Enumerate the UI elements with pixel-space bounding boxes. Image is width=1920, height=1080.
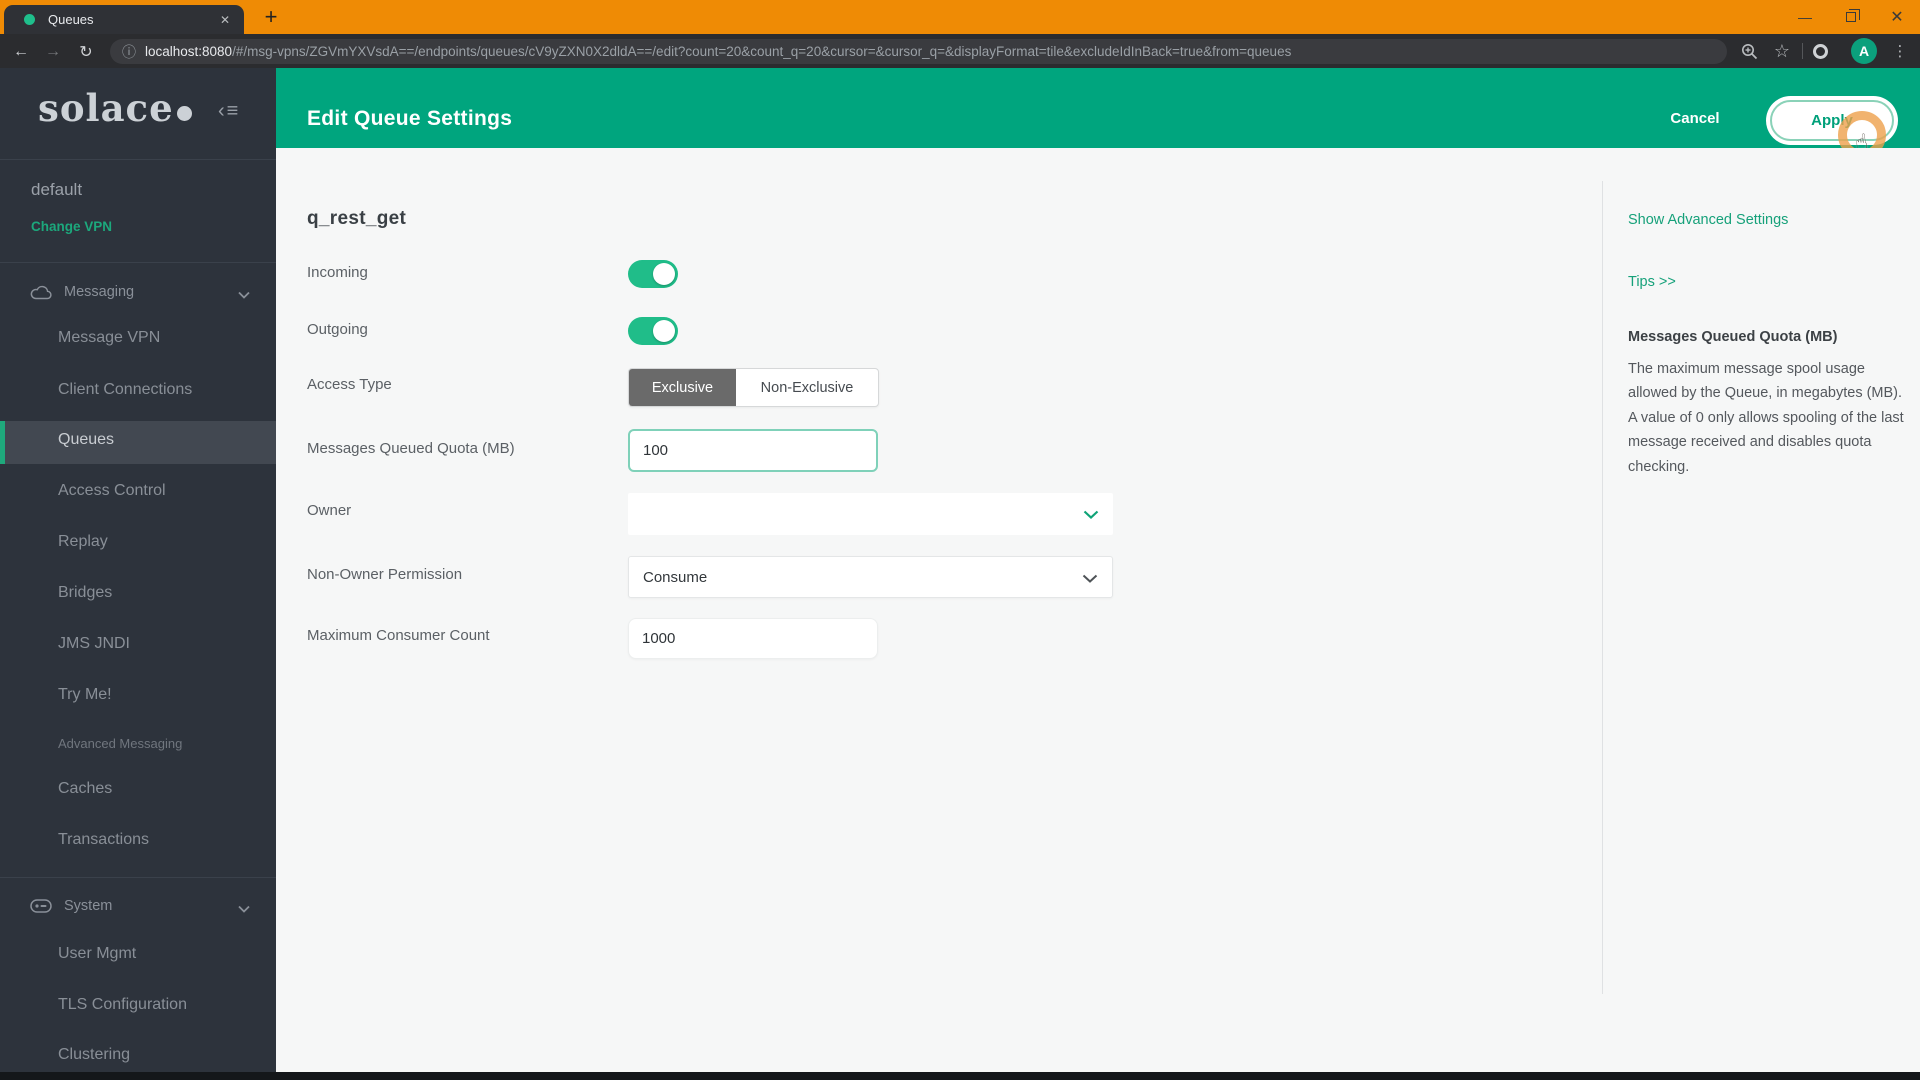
sidebar-divider — [0, 262, 276, 263]
quota-input[interactable] — [628, 429, 878, 472]
sidebar-item-queues-selected[interactable]: Queues — [0, 421, 276, 464]
sidebar-section-messaging[interactable]: Messaging — [30, 284, 134, 300]
sidebar-divider — [0, 877, 276, 878]
tips-heading: Messages Queued Quota (MB) — [1628, 329, 1838, 345]
sidebar-item-bridges[interactable]: Bridges — [58, 584, 112, 602]
max-consumer-count-input[interactable] — [628, 618, 878, 659]
outgoing-label: Outgoing — [307, 321, 368, 338]
quota-label: Messages Queued Quota (MB) — [307, 440, 515, 457]
tips-link[interactable]: Tips >> — [1628, 274, 1676, 290]
profile-avatar[interactable]: A — [1851, 38, 1877, 64]
zoom-icon[interactable] — [1735, 37, 1763, 65]
non-owner-permission-select[interactable]: Consume — [628, 556, 1113, 598]
non-owner-permission-label: Non-Owner Permission — [307, 566, 463, 583]
logo-dot — [176, 106, 192, 121]
new-tab-button[interactable]: + — [256, 2, 286, 32]
browser-titlebar — [0, 0, 1920, 34]
page-info-icon[interactable]: ⓘ — [122, 42, 136, 62]
sidebar-item-replay[interactable]: Replay — [58, 533, 108, 551]
reload-icon[interactable]: ↻ — [73, 39, 99, 64]
page-title: Edit Queue Settings — [307, 107, 513, 130]
chevron-down-icon — [1082, 574, 1098, 583]
queue-name-title: q_rest_get — [307, 208, 407, 229]
sidebar-item-jms-jndi[interactable]: JMS JNDI — [58, 635, 130, 653]
sidebar-item-transactions[interactable]: Transactions — [58, 831, 149, 849]
chevron-down-icon[interactable] — [238, 286, 250, 304]
url-host: localhost:8080 — [145, 44, 233, 59]
chevron-down-icon — [1083, 510, 1099, 519]
sidebar-item-access-control[interactable]: Access Control — [58, 482, 166, 500]
outgoing-toggle[interactable] — [628, 317, 678, 345]
extension-icon[interactable] — [1806, 37, 1834, 65]
show-advanced-settings-link[interactable]: Show Advanced Settings — [1628, 212, 1788, 228]
bottom-edge-strip — [0, 1072, 1920, 1080]
owner-label: Owner — [307, 502, 352, 519]
toggle-knob — [653, 320, 675, 342]
tab-title: Queues — [48, 12, 94, 27]
access-type-option-non-exclusive[interactable]: Non-Exclusive — [736, 369, 878, 406]
solace-logo: solace — [38, 86, 192, 130]
max-consumer-count-label: Maximum Consumer Count — [307, 627, 490, 644]
access-type-option-exclusive[interactable]: Exclusive — [629, 369, 736, 406]
sidebar-section-system[interactable]: System — [30, 898, 112, 914]
tips-panel-divider — [1602, 181, 1603, 994]
back-icon[interactable]: ← — [8, 39, 34, 64]
sidebar-item-clustering[interactable]: Clustering — [58, 1046, 130, 1064]
sidebar-item-message-vpn[interactable]: Message VPN — [58, 329, 160, 347]
change-vpn-link[interactable]: Change VPN — [31, 219, 112, 234]
incoming-label: Incoming — [307, 264, 368, 281]
incoming-toggle[interactable] — [628, 260, 678, 288]
sidebar-item-user-mgmt[interactable]: User Mgmt — [58, 945, 136, 963]
toolbar-divider — [1802, 43, 1803, 59]
extension-glyph — [1812, 43, 1828, 59]
system-icon — [30, 899, 52, 913]
window-restore-button[interactable] — [1831, 0, 1871, 34]
sidebar-item-caches[interactable]: Caches — [58, 780, 112, 798]
sidebar-subheading-advanced-messaging: Advanced Messaging — [58, 736, 183, 751]
sidebar-item-tls-configuration[interactable]: TLS Configuration — [58, 996, 187, 1014]
url-path: /#/msg-vpns/ZGVmYXVsdA==/endpoints/queue… — [232, 44, 1292, 59]
forward-icon[interactable]: → — [40, 39, 66, 64]
browser-menu-icon[interactable]: ⋮ — [1886, 37, 1914, 65]
cancel-button[interactable]: Cancel — [1662, 110, 1728, 127]
page-header — [276, 68, 1920, 148]
bookmark-star-icon[interactable]: ☆ — [1768, 37, 1796, 65]
vpn-name: default — [31, 180, 83, 199]
chevron-down-icon[interactable] — [238, 900, 250, 918]
window-minimize-button[interactable]: — — [1785, 0, 1825, 34]
restore-icon — [1846, 9, 1860, 22]
tab-favicon — [24, 14, 35, 25]
cloud-icon — [30, 285, 52, 299]
access-type-segmented-control: Exclusive Non-Exclusive — [628, 368, 879, 407]
owner-dropdown[interactable] — [628, 493, 1113, 535]
sidebar-collapse-icon[interactable]: ‹ ≡ — [218, 100, 238, 123]
sidebar-item-client-connections[interactable]: Client Connections — [58, 381, 192, 399]
window-close-button[interactable]: ✕ — [1877, 0, 1917, 34]
access-type-label: Access Type — [307, 376, 392, 393]
toggle-knob — [653, 263, 675, 285]
tab-close-icon[interactable]: ✕ — [220, 13, 230, 27]
sidebar-divider — [0, 159, 276, 160]
non-owner-permission-value: Consume — [643, 568, 708, 586]
browser-tab[interactable]: Queues ✕ — [4, 5, 244, 34]
sidebar-item-try-me[interactable]: Try Me! — [58, 686, 112, 704]
url-bar[interactable]: ⓘ localhost:8080 /#/msg-vpns/ZGVmYXVsdA=… — [110, 39, 1727, 64]
tips-body-text: The maximum message spool usage allowed … — [1628, 361, 1904, 475]
